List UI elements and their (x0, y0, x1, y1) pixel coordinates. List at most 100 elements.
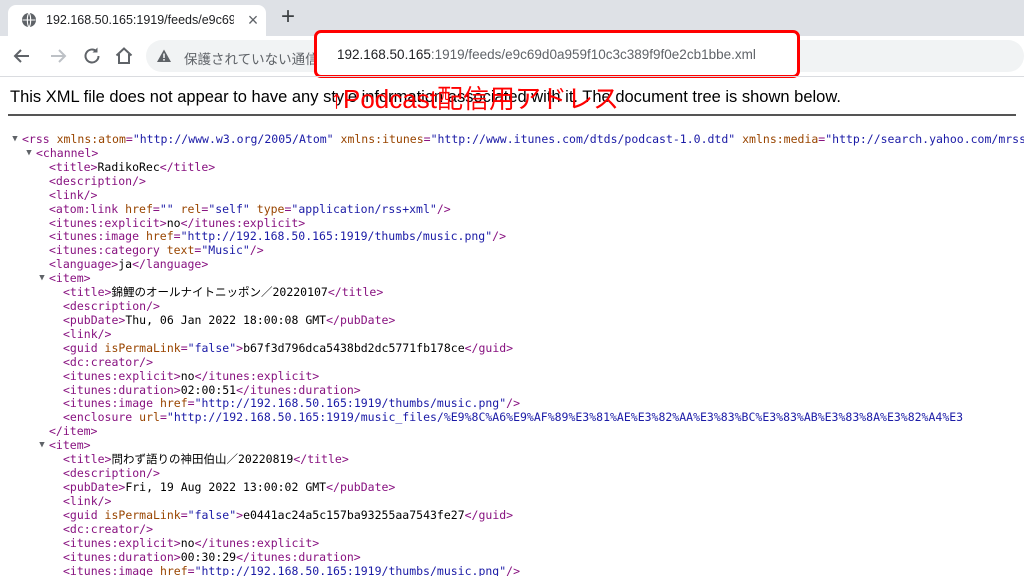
xml-line: <pubDate>Fri, 19 Aug 2022 13:00:02 GMT</… (63, 480, 395, 494)
xml-attr-value: "false" (187, 508, 237, 522)
xml-attr-name: href (153, 564, 188, 576)
xml-tag: = (180, 341, 188, 355)
xml-tag: <dc:creator/> (63, 355, 154, 369)
xml-line: <title>錦鯉のオールナイトニッポン／20220107</title> (63, 285, 383, 299)
xml-tag: </title> (293, 452, 349, 466)
url-path: :1919/feeds/e9c69d0a959f10c3c389f9f0e2cb… (430, 47, 756, 62)
xml-tag: </itunes:explicit> (194, 369, 320, 383)
tab-title: 192.168.50.165:1919/feeds/e9c69d0a (46, 13, 234, 27)
back-arrow-icon[interactable] (10, 44, 34, 68)
xml-tag: <language> (49, 257, 119, 271)
xml-attr-name: url (132, 410, 160, 424)
xml-attr-name: href (118, 202, 153, 216)
xml-line: <item> (49, 271, 91, 285)
xml-attr-value: "http://192.168.50.165:1919/thumbs/music… (194, 564, 507, 576)
xml-tag: <title> (63, 285, 112, 299)
xml-text: 02:00:51 (180, 383, 237, 397)
xml-text: ja (118, 257, 133, 271)
xml-line: </item> (49, 424, 97, 438)
xml-attr-name: xmlns:atom (49, 132, 126, 146)
xml-tag: </itunes:explicit> (194, 536, 320, 550)
xml-tag: = (152, 202, 160, 216)
xml-attr-name: rel (173, 202, 202, 216)
url-text[interactable]: 192.168.50.165:1919/feeds/e9c69d0a959f10… (337, 47, 756, 62)
xml-line: <link/> (49, 188, 97, 202)
xml-line: <itunes:explicit>no</itunes:explicit> (63, 369, 319, 383)
xml-line: <itunes:image href="http://192.168.50.16… (49, 229, 506, 243)
xml-tag: <enclosure (63, 410, 133, 424)
xml-tag: <itunes:image (63, 396, 154, 410)
xml-attr-name: xmlns:media (735, 132, 819, 146)
xml-tag: <link/> (63, 327, 112, 341)
xml-line: <itunes:explicit>no</itunes:explicit> (63, 536, 319, 550)
xml-tag: = (125, 132, 133, 146)
xml-tag: /> (492, 229, 506, 243)
xml-tag: = (187, 396, 195, 410)
xml-attr-name: isPermaLink (97, 341, 181, 355)
url-highlight-box[interactable]: 192.168.50.165:1919/feeds/e9c69d0a959f10… (314, 30, 800, 78)
xml-tag: <itunes:duration> (63, 550, 181, 564)
xml-tag: <atom:link (49, 202, 119, 216)
xml-text: RadikoRec (97, 160, 160, 174)
close-tab-icon[interactable]: × (244, 11, 262, 29)
xml-tag: </itunes:duration> (236, 383, 361, 397)
xml-tag: <item> (49, 438, 91, 452)
xml-text: 00:30:29 (180, 550, 237, 564)
xml-tag: = (180, 508, 188, 522)
reload-icon[interactable] (80, 44, 104, 68)
xml-tag: <itunes:duration> (63, 383, 181, 397)
xml-line: <atom:link href="" rel="self" type="appl… (49, 202, 451, 216)
xml-attr-value: "application/rss+xml" (291, 202, 437, 216)
xml-line: <description/> (49, 174, 146, 188)
xml-tag: <link/> (63, 494, 112, 508)
xml-tag: = (423, 132, 431, 146)
xml-line: <dc:creator/> (63, 522, 153, 536)
podcast-address-annotation: ↑Podcast配信用アドレス (330, 84, 619, 114)
xml-tag: /> (506, 396, 520, 410)
xml-line: <description/> (63, 299, 160, 313)
xml-attr-name: text (159, 243, 195, 257)
xml-attr-name: href (139, 229, 174, 243)
xml-tag: <link/> (49, 188, 98, 202)
xml-tag: </guid> (464, 508, 514, 522)
fold-toggle-icon[interactable]: ▼ (24, 146, 34, 160)
globe-icon (22, 12, 36, 28)
xml-line: <pubDate>Thu, 06 Jan 2022 18:00:08 GMT</… (63, 313, 395, 327)
security-status-text[interactable]: 保護されていない通信 (184, 48, 319, 68)
fold-toggle-icon[interactable]: ▼ (10, 132, 20, 146)
new-tab-button[interactable]: + (276, 5, 300, 30)
notice-divider (8, 114, 1016, 116)
fold-toggle-icon[interactable]: ▼ (37, 271, 47, 285)
xml-tag: /> (249, 243, 264, 257)
url-host: 192.168.50.165 (337, 47, 431, 62)
xml-tag: <title> (63, 452, 112, 466)
xml-text: Thu, 06 Jan 2022 18:00:08 GMT (125, 313, 327, 327)
xml-line: <channel> (36, 146, 98, 160)
fold-toggle-icon[interactable]: ▼ (37, 438, 47, 452)
xml-attr-value: "" (159, 202, 174, 216)
xml-tag: /> (506, 564, 520, 576)
xml-tag: <itunes:category (49, 243, 160, 257)
xml-text: no (180, 369, 195, 383)
xml-attr-value: "http://www.w3.org/2005/Atom" (132, 132, 334, 146)
toolbar-divider (0, 76, 1024, 77)
browser-tab[interactable]: 192.168.50.165:1919/feeds/e9c69d0a × (8, 5, 266, 36)
xml-tag: <itunes:image (49, 229, 140, 243)
xml-tag: </title> (159, 160, 216, 174)
warning-triangle-icon[interactable] (156, 48, 172, 64)
xml-tag: = (173, 229, 181, 243)
xml-text: no (180, 536, 195, 550)
xml-line: <itunes:duration>00:30:29</itunes:durati… (63, 550, 361, 564)
xml-line: <guid isPermaLink="false">e0441ac24a5c15… (63, 508, 513, 522)
xml-line: <link/> (63, 494, 111, 508)
xml-text: Fri, 19 Aug 2022 13:00:02 GMT (125, 480, 327, 494)
xml-tag: <description/> (49, 174, 146, 188)
home-icon[interactable] (112, 44, 136, 68)
xml-line: <itunes:duration>02:00:51</itunes:durati… (63, 383, 361, 397)
forward-arrow-icon[interactable] (46, 44, 70, 68)
xml-line: <guid isPermaLink="false">b67f3d796dca54… (63, 341, 513, 355)
xml-tag: = (159, 410, 167, 424)
xml-tag: <itunes:explicit> (49, 216, 167, 230)
xml-attr-value: "http://www.itunes.com/dtds/podcast-1.0.… (430, 132, 736, 146)
xml-tag: <itunes:explicit> (63, 369, 181, 383)
